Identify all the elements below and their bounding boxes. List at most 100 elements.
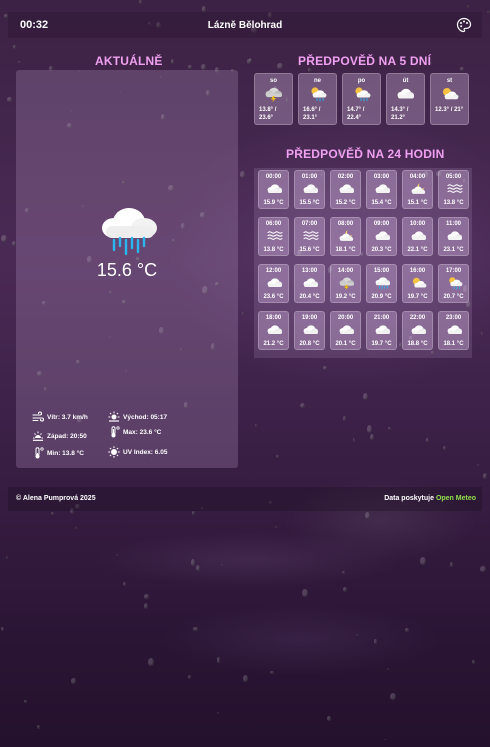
day-card: so 13.8° / 23.6°: [254, 73, 293, 125]
rain-drop: [36, 724, 41, 730]
hour-card: 02:00 15.2 °C: [330, 170, 361, 209]
hour-card: 06:00 13.8 °C: [258, 217, 289, 256]
day-temp-line1: 16.6° /: [303, 107, 321, 113]
hour-time: 12:00: [265, 268, 282, 274]
hour-time: 01:00: [301, 174, 318, 180]
day-name: so: [269, 78, 277, 84]
rain-drop: [193, 626, 198, 632]
day-temp: 13.8° / 23.6°: [259, 106, 290, 122]
hour-time: 21:00: [373, 315, 390, 321]
max-temp-row: Max: 23.6 °C: [108, 426, 161, 438]
rain-drop: [466, 5, 470, 9]
rain-drop: [343, 416, 347, 421]
day-temp: 14.3° / 21.2°: [391, 106, 422, 122]
hour-time: 02:00: [337, 174, 354, 180]
day-temp-line1: 13.8° /: [259, 107, 277, 113]
day-temp-line1: 14.3° /: [391, 107, 409, 113]
forecast5-list: so 13.8° / 23.6° ne 16.6° / 23.1° po 14.7° / 22.…: [254, 73, 469, 125]
hour-time: 09:00: [373, 221, 390, 227]
day-temp-line1: 14.7° /: [347, 107, 365, 113]
rain-drop: [191, 559, 196, 566]
footer-bar: © Alena Pumprová 2025 Data poskytuje Ope…: [8, 487, 482, 511]
hour-temp: 15.2 °C: [335, 200, 356, 206]
hour-temp: 21.2 °C: [263, 341, 284, 347]
hour-time: 15:00: [373, 268, 390, 274]
rain-drop: [202, 6, 206, 12]
rain-drop: [353, 438, 356, 442]
hour-time: 19:00: [301, 315, 318, 321]
uv-value: UV Index: 6.05: [123, 448, 168, 456]
day-card: st 12.3° / 21°: [430, 73, 469, 125]
rain-drop: [6, 556, 9, 560]
fog-icon: [303, 231, 319, 240]
hour-time: 17:00: [445, 268, 462, 274]
hour-card: 12:00 23.6 °C: [258, 264, 289, 303]
day-card: ne 16.6° / 23.1°: [298, 73, 337, 125]
hour-card: 18:00 21.2 °C: [258, 311, 289, 350]
rain-drop: [196, 565, 201, 572]
open-meteo-link[interactable]: Open Meteo: [436, 495, 476, 502]
hour-card: 00:00 15.9 °C: [258, 170, 289, 209]
sunset-value: Západ: 20:50: [47, 432, 87, 440]
rain-drop: [240, 171, 245, 178]
rain-cloud-icon: [375, 277, 390, 290]
hour-card: 03:00 15.4 °C: [366, 170, 397, 209]
palette-icon[interactable]: [456, 17, 472, 33]
rain-drop: [389, 693, 396, 700]
day-temp-line2: 23.6°: [259, 115, 274, 121]
rain-drop: [243, 675, 248, 682]
hour-time: 06:00: [265, 221, 282, 227]
rain-drop: [144, 603, 149, 610]
rain-drop: [249, 58, 253, 63]
rain-drop: [387, 667, 390, 671]
rain-drop: [362, 392, 368, 400]
rain-drop: [480, 332, 484, 335]
cloud-icon: [339, 325, 354, 334]
rain-drop: [75, 526, 77, 530]
rain-drop: [388, 426, 391, 430]
min-temp-value: Min: 13.8 °C: [47, 449, 84, 457]
sun-rain-icon: [311, 87, 327, 102]
hour-temp: 18.8 °C: [407, 341, 428, 347]
hour-card: 22:00 18.8 °C: [402, 311, 433, 350]
rain-drop: [364, 511, 370, 519]
rain-drop: [221, 564, 224, 567]
hour-card: 11:00 23.1 °C: [438, 217, 469, 256]
day-temp-line2: 12.3° / 21°: [435, 107, 464, 113]
sun-rain-icon: [449, 277, 463, 290]
hour-time: 22:00: [409, 315, 426, 321]
day-name: po: [357, 78, 366, 84]
hour-card: 10:00 22.1 °C: [402, 217, 433, 256]
sun-rain-icon: [355, 87, 371, 102]
rain-drop: [405, 628, 410, 633]
sunrise-value: Východ: 05:17: [123, 413, 168, 421]
rain-drop: [170, 59, 174, 65]
cloud-icon: [267, 325, 282, 334]
rain-drop: [302, 588, 308, 597]
hour-card: 14:00 19.2 °C: [330, 264, 361, 303]
rain-drop: [187, 64, 192, 70]
rain-drop: [342, 570, 346, 575]
copyright: © Alena Pumprová 2025: [16, 495, 96, 502]
cloud-icon: [447, 325, 462, 334]
hour-card: 17:00 20.7 °C: [438, 264, 469, 303]
rain-drop: [71, 677, 76, 684]
hour-temp: 20.1 °C: [335, 341, 356, 347]
credit-prefix: Data poskytuje: [384, 495, 434, 502]
hour-card: 13:00 20.4 °C: [294, 264, 325, 303]
cloud-icon: [447, 231, 462, 240]
hour-temp: 15.1 °C: [407, 200, 428, 206]
day-card: út 14.3° / 21.2°: [386, 73, 425, 125]
hour-temp: 13.8 °C: [443, 200, 464, 206]
forecast24-title: PŘEDPOVĚĎ NA 24 HODIN: [286, 147, 445, 161]
sunset-icon: [33, 431, 43, 441]
day-temp: 14.7° / 22.4°: [347, 106, 378, 122]
data-credit: Data poskytuje Open Meteo: [384, 495, 476, 502]
hour-time: 07:00: [301, 221, 318, 227]
forecast24-panel: 00:00 15.9 °C 01:00 15.5 °C 02:00 15.2 °C 03:0…: [254, 168, 472, 358]
hour-card: 08:00 18.1 °C: [330, 217, 361, 256]
cloud-icon: [303, 278, 318, 287]
rain-drop: [299, 402, 305, 408]
rain-drop: [460, 66, 465, 72]
rain-drop: [247, 58, 251, 64]
